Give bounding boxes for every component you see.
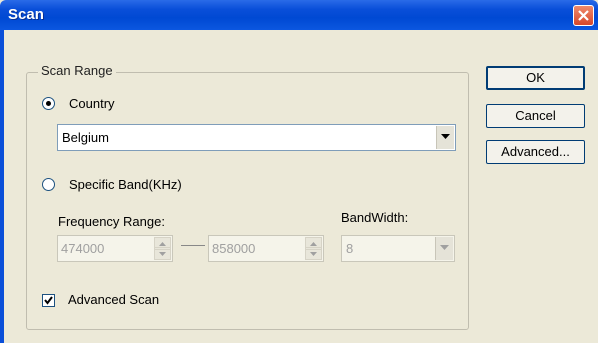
- country-label: Country: [69, 96, 115, 111]
- window-title: Scan: [8, 6, 44, 23]
- chevron-down-icon: [441, 134, 450, 139]
- bandwidth-label: BandWidth:: [341, 210, 409, 225]
- bandwidth-dropdown[interactable]: 8: [341, 235, 455, 262]
- cancel-button[interactable]: Cancel: [486, 104, 585, 128]
- close-button[interactable]: [573, 5, 594, 26]
- bandwidth-value: 8: [346, 241, 354, 256]
- window-frame: [0, 30, 4, 343]
- dropdown-button[interactable]: [436, 126, 454, 149]
- group-legend: Scan Range: [38, 63, 116, 78]
- frequency-range-label: Frequency Range:: [58, 214, 165, 229]
- ok-button[interactable]: OK: [486, 66, 585, 90]
- checkmark-icon: [44, 296, 53, 305]
- specific-band-radio[interactable]: [42, 178, 55, 191]
- close-icon: [578, 10, 589, 21]
- country-dropdown[interactable]: Belgium: [57, 124, 456, 151]
- range-separator: [181, 245, 205, 246]
- spin-down-button[interactable]: [305, 247, 322, 260]
- advanced-scan-label: Advanced Scan: [68, 292, 160, 307]
- arrow-down-icon: [310, 252, 317, 256]
- frequency-from-spinner[interactable]: 474000: [57, 235, 173, 262]
- arrow-down-icon: [159, 252, 166, 256]
- frequency-to-value: 858000: [212, 241, 256, 256]
- arrow-up-icon: [159, 242, 166, 246]
- country-value: Belgium: [62, 130, 109, 145]
- spin-down-button[interactable]: [154, 247, 171, 260]
- chevron-down-icon: [440, 245, 449, 250]
- arrow-up-icon: [310, 242, 317, 246]
- title-bar[interactable]: Scan: [0, 0, 598, 30]
- dropdown-button[interactable]: [435, 237, 453, 260]
- advanced-button[interactable]: Advanced...: [486, 140, 585, 164]
- frequency-from-value: 474000: [61, 241, 105, 256]
- country-radio[interactable]: [42, 97, 55, 110]
- advanced-scan-checkbox[interactable]: [42, 294, 55, 307]
- radio-selected-dot: [46, 101, 51, 106]
- specific-band-label: Specific Band(KHz): [69, 177, 182, 192]
- frequency-to-spinner[interactable]: 858000: [208, 235, 324, 262]
